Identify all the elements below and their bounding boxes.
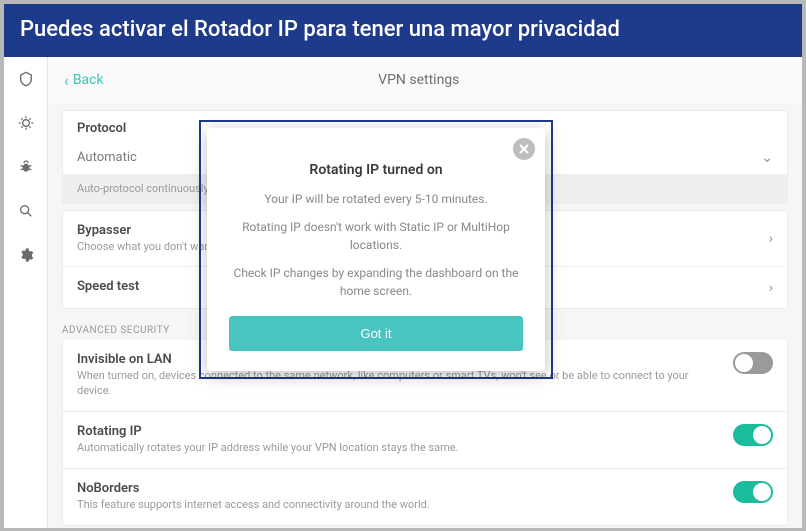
rotating-ip-modal: Rotating IP turned on Your IP will be ro… [207,128,545,371]
modal-title: Rotating IP turned on [229,162,523,178]
modal-overlay: Rotating IP turned on Your IP will be ro… [4,4,802,527]
modal-highlight: Rotating IP turned on Your IP will be ro… [199,120,553,379]
app-frame: Puedes activar el Rotador IP para tener … [0,0,806,531]
modal-line2: Rotating IP doesn't work with Static IP … [229,218,523,254]
got-it-button[interactable]: Got it [229,316,523,351]
modal-line3: Check IP changes by expanding the dashbo… [229,264,523,300]
close-icon[interactable] [513,138,535,160]
modal-line1: Your IP will be rotated every 5-10 minut… [229,190,523,208]
